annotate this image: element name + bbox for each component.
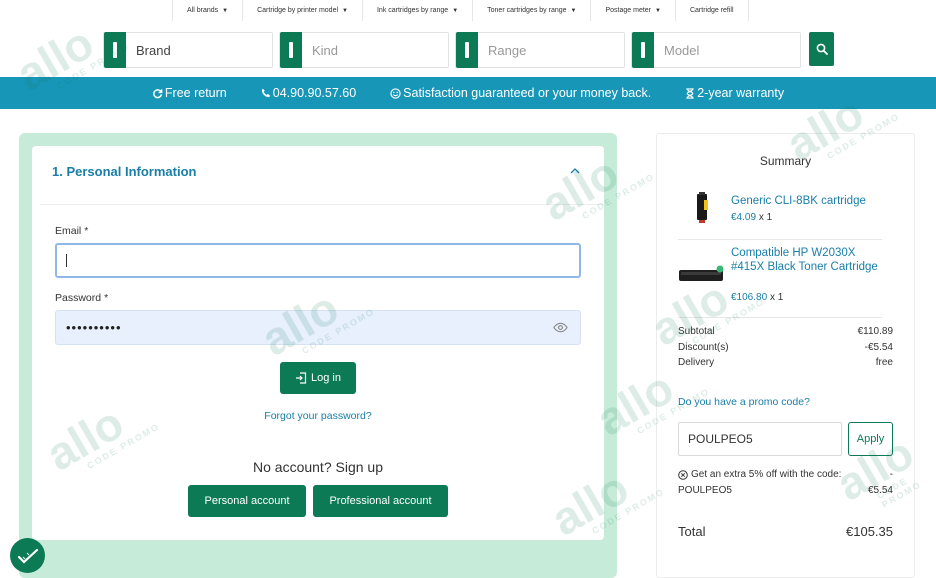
caret-down-icon: ▼ (222, 7, 229, 14)
product-name-2[interactable]: Compatible HP W2030X #415X Black Toner C… (731, 246, 881, 274)
hourglass-icon (686, 87, 694, 99)
extra-discount-row: Get an extra 5% off with the code: - (678, 469, 893, 480)
phone-icon (261, 88, 270, 98)
filter-marker-icon (632, 32, 654, 68)
discount-row: Discount(s) -€5.54 (678, 342, 893, 353)
search-icon (816, 43, 828, 55)
summary-divider (678, 317, 882, 318)
text-cursor (66, 254, 67, 267)
summary-title: Summary (759, 154, 812, 168)
top-navigation: All brands ▼ Cartridge by printer model ▼ … (172, 0, 749, 21)
filter-marker-icon (104, 32, 126, 68)
remove-code-icon[interactable] (678, 469, 688, 480)
product-price-2: €106.80 x 1 (731, 292, 784, 303)
refresh-icon (153, 88, 163, 98)
kind-select[interactable]: Kind (279, 32, 449, 68)
nav-cartridge-refill[interactable]: Cartridge refill (676, 0, 749, 21)
promo-code-link[interactable]: Do you have a promo code? (678, 396, 810, 408)
nav-cartridge-by-printer[interactable]: Cartridge by printer model ▼ (243, 0, 363, 21)
nav-all-brands[interactable]: All brands ▼ (173, 0, 244, 21)
filter-marker-icon (280, 32, 302, 68)
chevron-up-icon[interactable] (570, 166, 580, 177)
printer-filter-bar: Brand Kind Range Model (103, 32, 801, 68)
email-field[interactable] (55, 243, 581, 278)
delivery-row: Delivery free (678, 357, 893, 368)
trust-badge-check-icon[interactable] (10, 538, 45, 573)
apply-promo-button[interactable]: Apply (848, 422, 893, 456)
applied-code-row: POULPEO5 €5.54 (678, 485, 893, 496)
nav-postage-meter[interactable]: Postage meter ▼ (591, 0, 676, 21)
caret-down-icon: ▼ (655, 7, 661, 14)
nav-ink-by-range[interactable]: Ink cartridges by range ▼ (363, 0, 474, 21)
total-row: Total €105.35 (678, 524, 893, 539)
email-label: Email * (55, 225, 89, 237)
search-button[interactable] (809, 32, 834, 66)
range-select[interactable]: Range (455, 32, 625, 68)
password-label: Password * (55, 292, 109, 304)
summary-divider (678, 239, 882, 240)
professional-account-button[interactable]: Professional account (313, 485, 448, 517)
info-banner: Free return 04.90.90.57.60 Satisfaction … (0, 77, 936, 109)
satisfaction-info: Satisfaction guaranteed or your money ba… (390, 86, 651, 100)
promo-code-input[interactable]: POULPEO5 (678, 422, 842, 456)
warranty-info: 2-year warranty (685, 86, 784, 100)
filter-marker-icon (456, 32, 478, 68)
free-return-info: Free return (152, 86, 227, 100)
forgot-password-link[interactable]: Forgot your password? (0, 410, 636, 422)
password-field[interactable]: •••••••••• (55, 310, 581, 345)
caret-down-icon: ▼ (452, 7, 459, 14)
signup-heading: No account? Sign up (253, 459, 383, 475)
section-title[interactable]: 1. Personal Information (52, 164, 196, 179)
checkout-page: All brands ▼ Cartridge by printer model ▼ … (0, 0, 936, 578)
caret-down-icon: ▼ (342, 7, 348, 14)
nav-toner-by-range[interactable]: Toner cartridges by range ▼ (473, 0, 592, 21)
personal-account-button[interactable]: Personal account (188, 485, 306, 517)
phone-info[interactable]: 04.90.90.57.60 (261, 86, 356, 100)
login-button[interactable]: Log in (280, 362, 356, 394)
smile-icon (390, 87, 401, 99)
subtotal-row: Subtotal €110.89 (678, 326, 893, 337)
show-password-eye-icon[interactable] (553, 320, 568, 335)
model-select[interactable]: Model (631, 32, 801, 68)
section-divider (40, 204, 604, 205)
ink-cartridge-image (697, 192, 708, 223)
caret-down-icon: ▼ (570, 7, 577, 14)
login-icon (296, 372, 307, 384)
toner-cartridge-image (679, 265, 724, 281)
brand-select[interactable]: Brand (103, 32, 273, 68)
product-name-1[interactable]: Generic CLI-8BK cartridge (731, 194, 891, 208)
product-price-1: €4.09 x 1 (731, 212, 773, 223)
